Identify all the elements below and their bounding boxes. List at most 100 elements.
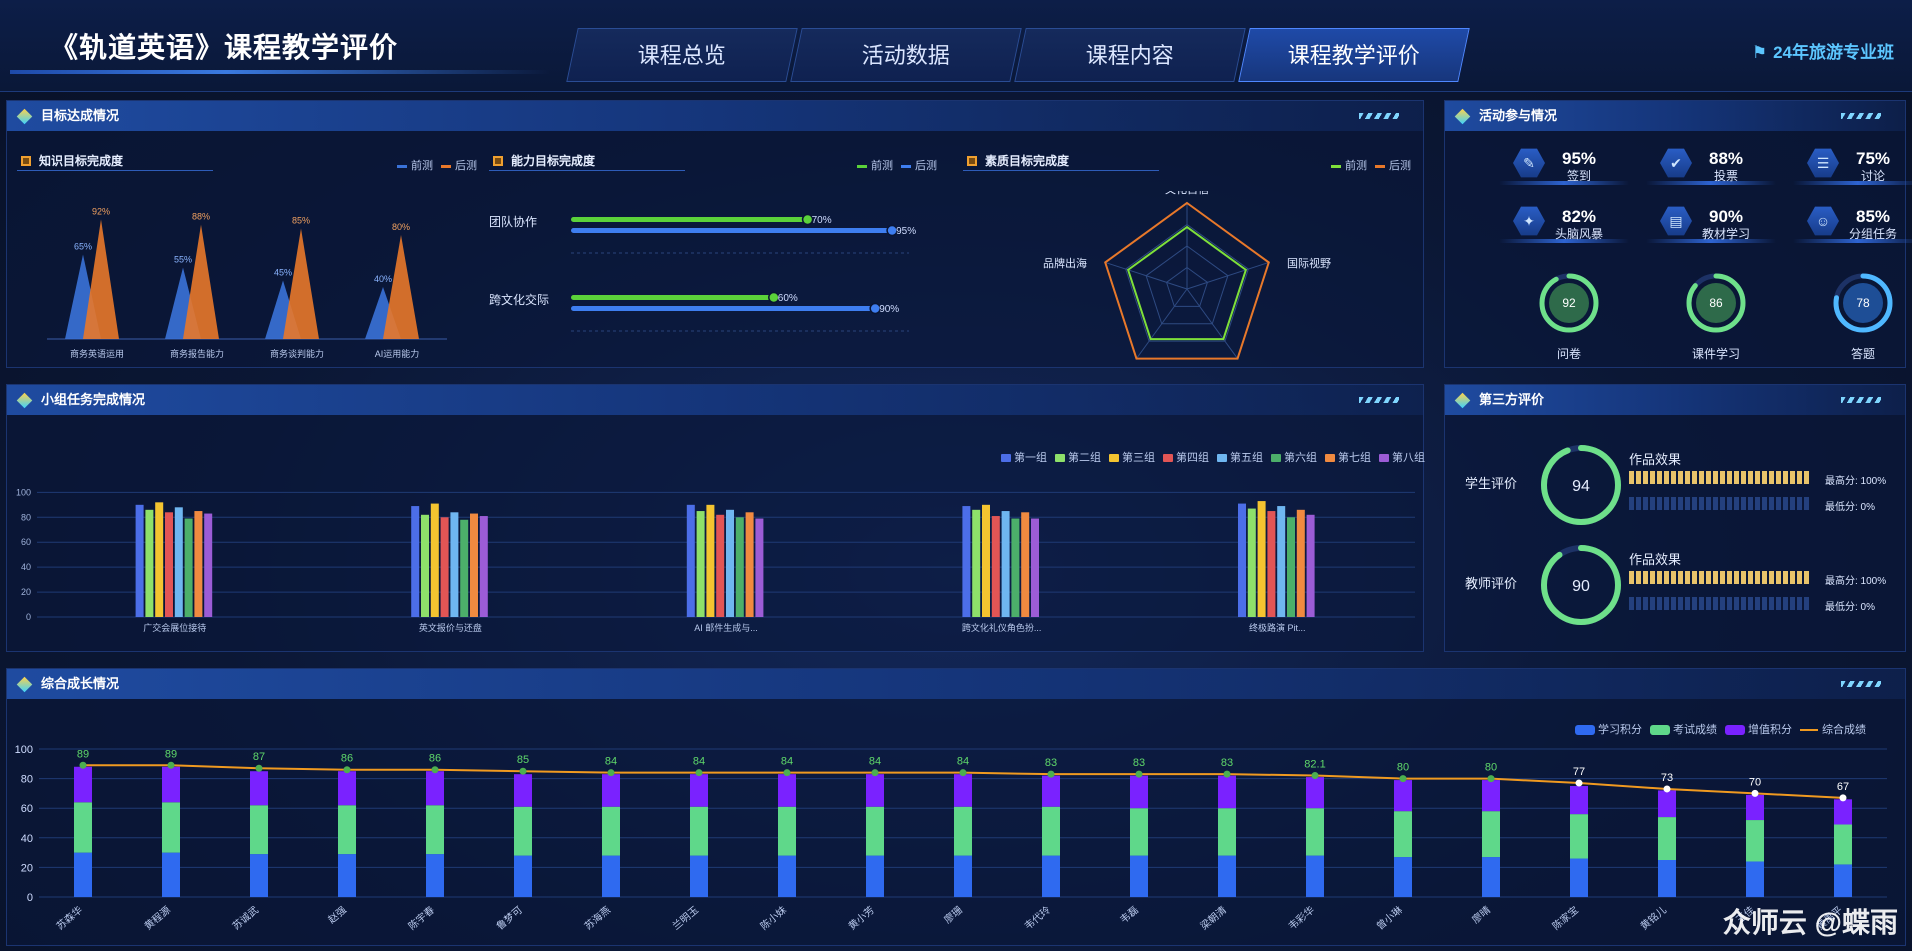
data-label: 60% (778, 293, 798, 304)
stacked-bar (1746, 820, 1764, 862)
progress-bar (571, 228, 893, 233)
svg-text:90: 90 (1572, 578, 1590, 595)
activity-stat: ✔ 88% 投票 (1646, 147, 1776, 195)
ability-subtitle: 能力目标完成度 (489, 151, 685, 171)
header-bar: 《轨道英语》课程教学评价 课程总览 活动数据 课程内容 课程教学评价 ⚑ 24年旅… (0, 0, 1912, 92)
y-tick-label: 40 (21, 562, 31, 572)
stacked-bar (1658, 860, 1676, 897)
legend-label: 第三组 (1122, 452, 1155, 464)
stacked-bar (1658, 790, 1676, 818)
stacked-bar (1042, 775, 1060, 807)
peak-bar (283, 228, 319, 339)
y-tick-label: 0 (27, 892, 33, 904)
peak-bar (383, 235, 419, 339)
data-label: 86 (429, 753, 441, 765)
stat-value: 82% (1561, 207, 1597, 226)
stacked-bar (690, 806, 708, 856)
line-point (343, 766, 351, 774)
stat-value: 90% (1708, 207, 1744, 226)
x-tick-label: 广交会展位接待 (143, 622, 206, 633)
watermark: 众师云 @蝶雨 (1722, 907, 1898, 938)
x-tick-label: 陈小妹 (758, 903, 789, 932)
tab-label: 课程内容 (1085, 43, 1174, 68)
activity-rings: 92 86 78 (1539, 273, 1893, 333)
group-bar (1011, 518, 1020, 617)
radar-indicator-label: 国际视野 (1287, 256, 1331, 270)
x-tick-label: 韦代玲 (1022, 904, 1053, 932)
line-point (1399, 775, 1407, 783)
tab-course-overview[interactable]: 课程总览 (566, 28, 798, 82)
progress-bar (571, 217, 808, 222)
x-tick-label: 苏森华 (54, 903, 85, 932)
stacked-bar (866, 806, 884, 856)
stacked-bar (602, 855, 620, 897)
data-label: 67 (1837, 781, 1849, 793)
panel-header: 综合成长情况 (7, 669, 1905, 699)
data-label: 80 (1485, 762, 1497, 774)
y-tick-label: 0 (26, 612, 31, 622)
ability-legend: 前测 后测 (849, 157, 937, 173)
stat-label: 教材学习 (1701, 227, 1750, 241)
peak-bar (83, 219, 119, 339)
data-label: 45% (274, 268, 292, 278)
stacked-bar (954, 774, 972, 807)
line-point (519, 767, 527, 775)
legend-label: 第一组 (1014, 452, 1047, 464)
group-bar (972, 509, 981, 617)
stacked-bar (250, 805, 268, 855)
data-label: 70% (812, 215, 832, 226)
tab-course-content[interactable]: 课程内容 (1014, 28, 1246, 82)
stacked-bar (1306, 808, 1324, 856)
min-score: 最低分: 0% (1825, 502, 1876, 513)
stacked-bar (1130, 855, 1148, 897)
data-label: 80 (1397, 762, 1409, 774)
line-point (1839, 794, 1847, 802)
diamond-icon (16, 392, 33, 409)
knowledge-legend: 前测 后测 (389, 157, 477, 173)
stacked-bar (426, 805, 444, 855)
stacked-bar (1306, 855, 1324, 897)
data-label: 95% (896, 226, 916, 237)
line-point (1047, 770, 1055, 778)
stacked-bar (866, 774, 884, 807)
stacked-bar (690, 855, 708, 897)
x-tick-label: 韦磊 (1118, 904, 1141, 926)
group-bar (479, 516, 488, 617)
class-selector[interactable]: ⚑ 24年旅游专业班 (1752, 38, 1894, 63)
x-tick-label: 商务英语运用 (70, 348, 124, 359)
legend-swatch (1325, 454, 1335, 463)
activity-stat: ☰ 75% 讨论 (1793, 147, 1912, 195)
group-panel: 小组任务完成情况 第一组 第二组 第三组 第四组 第五组 第六组 第七组 第八组 0 20 40 6… (6, 384, 1425, 652)
diamond-icon (1454, 392, 1471, 409)
stat-label: 签到 (1566, 169, 1591, 183)
group-bar (1247, 508, 1256, 617)
knowledge-subtitle: 知识目标完成度 (17, 151, 213, 171)
x-tick-label: 曾小琳 (1374, 903, 1405, 932)
score-cells-filled (1629, 571, 1811, 584)
stacked-bar (74, 852, 92, 897)
third-party-panel: 第三方评价 学生评价 94 作品效果 最高分: 100% 最低分: 0% 教师评… (1444, 384, 1906, 652)
stacked-bar (1394, 857, 1412, 897)
stripes-decoration (1841, 113, 1881, 119)
growth-legend: 学习积分 考试成绩 增值积分 综合成绩 (1567, 721, 1866, 737)
stacked-bar (1130, 808, 1148, 856)
y-tick-label: 20 (21, 862, 33, 874)
stat-label: 投票 (1713, 169, 1738, 183)
legend-swatch (1055, 454, 1065, 463)
data-label: 86 (341, 753, 353, 765)
activity-panel: 活动参与情况 ✎ 95% 签到 ✔ 88% 投票 ☰ 75% 讨论 ✦ 82% 头脑风暴 ▤ 90% 教材学… (1444, 100, 1912, 368)
group-bar (962, 506, 971, 617)
group-bar (1031, 518, 1039, 617)
score-cells-empty (1629, 497, 1811, 510)
stacked-bar (1394, 811, 1412, 858)
legend-swatch (1379, 454, 1389, 463)
y-tick-label: 80 (21, 774, 33, 786)
stacked-bar (74, 802, 92, 853)
svg-text:94: 94 (1572, 478, 1590, 495)
x-tick-label: AI 邮件生成与... (694, 622, 758, 633)
stacked-bar (1218, 808, 1236, 856)
page-title: 《轨道英语》课程教学评价 (50, 32, 399, 63)
group-bar (982, 504, 990, 617)
tab-teaching-evaluation[interactable]: 课程教学评价 (1238, 28, 1470, 82)
tab-activity-data[interactable]: 活动数据 (790, 28, 1022, 82)
